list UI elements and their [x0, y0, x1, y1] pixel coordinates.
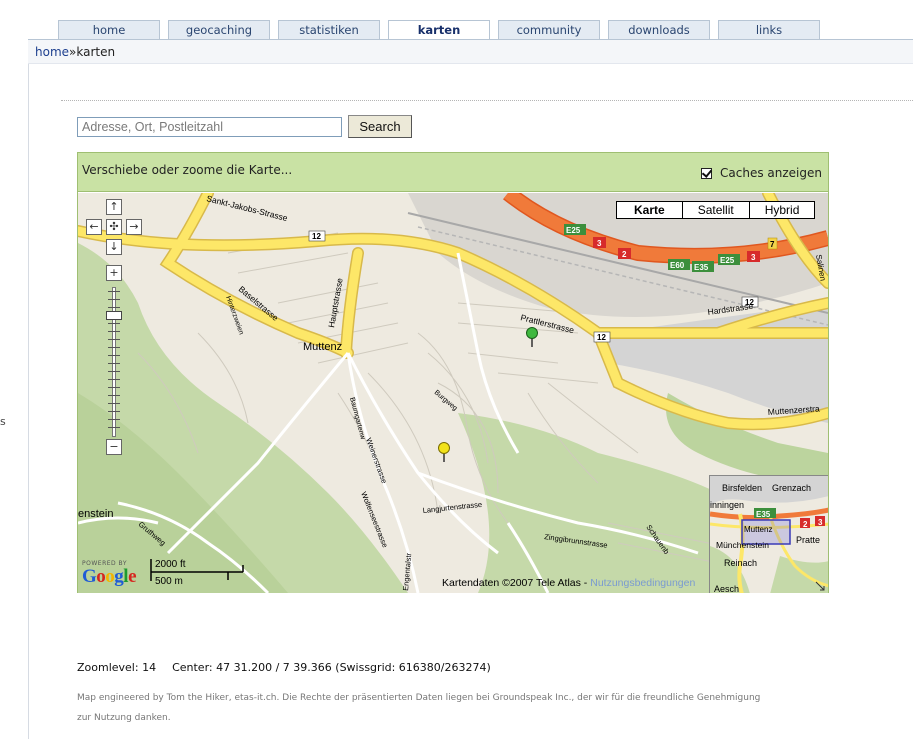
- pan-up-button[interactable]: ↑: [106, 199, 122, 215]
- zoom-in-button[interactable]: +: [106, 265, 122, 281]
- caches-toggle-label: Caches anzeigen: [720, 166, 822, 180]
- credits-text: Map engineered by Tom the Hiker, etas-it…: [77, 693, 761, 723]
- tab-community[interactable]: community: [498, 20, 600, 40]
- zoom-slider[interactable]: [106, 287, 122, 437]
- zoom-level: Zoomlevel: 14: [77, 661, 157, 674]
- label-enstein: enstein: [78, 508, 113, 520]
- pan-down-button[interactable]: ↓: [106, 239, 122, 255]
- google-attribution[interactable]: POWERED BY Google: [82, 560, 146, 588]
- shield-a3: 3: [597, 239, 602, 248]
- tab-geocaching[interactable]: geocaching: [168, 20, 270, 40]
- search-input[interactable]: [77, 117, 342, 137]
- shield-e60: E60: [670, 261, 685, 270]
- zoom-tick: [108, 299, 120, 300]
- google-logo: Google: [82, 566, 136, 587]
- zoom-slider-knob[interactable]: [106, 311, 122, 320]
- zoom-tick: [108, 395, 120, 396]
- overview-shield-2: 2: [803, 520, 808, 529]
- overview-grenzach: Grenzach: [772, 483, 811, 493]
- zoom-tick: [108, 291, 120, 292]
- overview-aesch: Aesch: [714, 584, 739, 593]
- overview-birsfelden: Birsfelden: [722, 483, 762, 493]
- pan-center-button[interactable]: ✣: [106, 219, 122, 235]
- pan-right-button[interactable]: →: [126, 219, 142, 235]
- overview-shield-3: 3: [818, 518, 823, 527]
- zoom-tick: [108, 339, 120, 340]
- shield-12-west: 12: [312, 232, 321, 241]
- zoom-out-button[interactable]: −: [106, 439, 122, 455]
- caches-checkbox[interactable]: [701, 167, 713, 179]
- overview-inningen: inningen: [710, 500, 744, 510]
- zoom-tick: [108, 427, 120, 428]
- map-canvas[interactable]: 12 12 12 E25 3 2 E60 E35 E25 3 7 Sankt-J…: [78, 193, 828, 593]
- zoom-tick: [108, 331, 120, 332]
- shield-a3-east: 3: [751, 253, 756, 262]
- zoom-tick: [108, 403, 120, 404]
- map-type-karte[interactable]: Karte: [617, 202, 683, 218]
- shield-e25-east: E25: [720, 256, 735, 265]
- breadcrumb-current: karten: [76, 45, 116, 59]
- dotted-divider: [61, 100, 913, 101]
- search-button[interactable]: Search: [348, 115, 412, 138]
- shield-e35: E35: [694, 263, 709, 272]
- map-copyright: Kartendaten ©2007 Tele Atlas - Nutzungsb…: [442, 577, 696, 589]
- zoom-slider-rail: [112, 287, 116, 437]
- overview-e35: E35: [756, 510, 771, 519]
- tab-karten[interactable]: karten: [388, 20, 490, 41]
- zoom-tick: [108, 323, 120, 324]
- overview-muenchenstein: Münchenstein: [716, 540, 769, 550]
- zoom-tick: [108, 387, 120, 388]
- zoom-tick: [108, 419, 120, 420]
- zoom-tick: [108, 371, 120, 372]
- tab-links[interactable]: links: [718, 20, 820, 40]
- tab-downloads[interactable]: downloads: [608, 20, 710, 40]
- zoom-tick: [108, 355, 120, 356]
- overview-pratteln: Pratte: [796, 535, 820, 545]
- left-edge-text: s: [0, 415, 6, 428]
- zoom-tick: [108, 347, 120, 348]
- label-muttenz: Muttenz: [303, 341, 342, 353]
- tab-statistiken[interactable]: statistiken: [278, 20, 380, 40]
- overview-reinach: Reinach: [724, 558, 757, 568]
- zoom-tick: [108, 379, 120, 380]
- scale-imperial: 2000 ft: [155, 559, 186, 570]
- shield-7: 7: [770, 240, 775, 249]
- overview-map-graphic: Birsfelden Grenzach inningen E35 Muttenz…: [710, 476, 828, 593]
- map-header: Verschiebe oder zoome die Karte... Cache…: [78, 153, 828, 192]
- breadcrumb: home»karten: [28, 40, 913, 64]
- breadcrumb-home-link[interactable]: home: [35, 45, 69, 59]
- content-left-border: [28, 64, 29, 739]
- scale-metric: 500 m: [155, 576, 183, 587]
- cache-marker-yellow[interactable]: [437, 441, 451, 463]
- map-scale: 2000 ft 500 m: [148, 559, 248, 589]
- map-hint: Verschiebe oder zoome die Karte...: [82, 163, 293, 177]
- map-panel: Verschiebe oder zoome die Karte... Cache…: [77, 152, 829, 593]
- cache-marker-green[interactable]: [525, 326, 539, 348]
- pan-left-button[interactable]: ←: [86, 219, 102, 235]
- overview-muttenz: Muttenz: [744, 525, 772, 534]
- map-type-selector: Karte Satellit Hybrid: [616, 201, 816, 219]
- zoom-tick: [108, 363, 120, 364]
- caches-toggle[interactable]: Caches anzeigen: [701, 166, 822, 180]
- shield-12-center: 12: [597, 333, 606, 342]
- map-center: Center: 47 31.200 / 7 39.366 (Swissgrid:…: [172, 661, 491, 674]
- map-type-hybrid[interactable]: Hybrid: [750, 202, 815, 218]
- tab-home[interactable]: home: [58, 20, 160, 40]
- shield-a2: 2: [622, 250, 627, 259]
- shield-e25-west: E25: [566, 226, 581, 235]
- map-status: Zoomlevel: 14 Center: 47 31.200 / 7 39.36…: [77, 661, 507, 674]
- map-type-satellit[interactable]: Satellit: [683, 202, 750, 218]
- zoom-tick: [108, 411, 120, 412]
- zoom-tick: [108, 307, 120, 308]
- overview-map[interactable]: Birsfelden Grenzach inningen E35 Muttenz…: [709, 475, 828, 593]
- terms-link[interactable]: Nutzungsbedingungen: [590, 577, 695, 589]
